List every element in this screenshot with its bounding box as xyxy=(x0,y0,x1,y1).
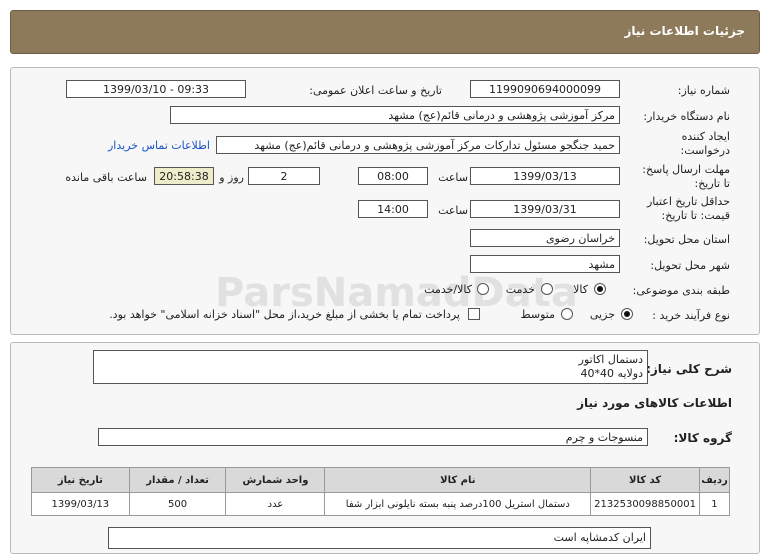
remaining-time-field: 20:58:38 xyxy=(154,167,214,185)
purchase-minor-label: جزیی xyxy=(589,308,615,321)
goods-table: تاریخ نیاز تعداد / مقدار واحد شمارش نام … xyxy=(31,467,731,516)
category-goods-service-label: کالا/خدمت xyxy=(424,283,472,296)
cell-date: 1399/03/13 xyxy=(31,492,130,516)
validity-time-label: ساعت xyxy=(438,204,468,217)
col-header-unit: واحد شمارش xyxy=(225,467,326,493)
goods-section-title: اطلاعات کالاهای مورد نیاز xyxy=(577,396,732,410)
send-date-field: 1399/03/13 xyxy=(470,167,620,185)
purchase-medium-label: متوسط xyxy=(520,308,555,321)
table-row[interactable]: 1399/03/13 500 عدد دستمال استریل 100درصد… xyxy=(31,492,731,516)
summary-label: شرح کلی نیاز: xyxy=(646,362,732,376)
summary-line-1: دستمال اکاتور xyxy=(578,353,643,366)
province-field: خراسان رضوی xyxy=(470,229,620,247)
creator-label-2: درخواست: xyxy=(680,144,730,157)
category-goods-service-radio[interactable] xyxy=(477,283,489,295)
cell-name: دستمال استریل 100درصد پنبه بسته نایلونی … xyxy=(324,492,592,516)
goods-group-field: منسوجات و چرم xyxy=(98,428,648,446)
send-deadline-label-1: مهلت ارسال پاسخ: xyxy=(642,163,730,176)
city-label: شهر محل تحویل: xyxy=(650,259,730,272)
send-deadline-label-2: تا تاریخ: xyxy=(694,177,730,190)
summary-line-2: دولایه 40*40 xyxy=(580,367,643,380)
cell-row: 1 xyxy=(698,492,731,516)
treasury-payment-note: پرداخت تمام یا بخشی از مبلغ خرید،از محل … xyxy=(109,308,460,321)
announce-label: تاریخ و ساعت اعلان عمومی: xyxy=(309,84,442,97)
page-title: جزئیات اطلاعات نیاز xyxy=(624,24,745,38)
province-label: استان محل تحویل: xyxy=(643,233,730,246)
category-service-radio[interactable] xyxy=(541,283,553,295)
cell-qty: 500 xyxy=(128,492,227,516)
creator-label-1: ایجاد کننده xyxy=(681,130,730,143)
col-header-name: نام کالا xyxy=(324,467,592,493)
validity-label-1: حداقل تاریخ اعتبار xyxy=(646,195,730,208)
remaining-label: ساعت باقی مانده xyxy=(65,171,147,184)
col-header-code: کد کالا xyxy=(590,467,700,493)
contact-buyer-link[interactable]: اطلاعات تماس خریدار xyxy=(108,139,210,152)
buyer-org-label: نام دستگاه خریدار: xyxy=(643,110,730,123)
purchase-type-label: نوع فرآیند خرید : xyxy=(652,309,730,322)
validity-time-field: 14:00 xyxy=(358,200,428,218)
cell-code: 2132530098850001 xyxy=(590,492,700,516)
need-number-label: شماره نیاز: xyxy=(677,84,730,97)
purchase-minor-radio[interactable] xyxy=(621,308,633,320)
col-header-row: ردیف xyxy=(698,467,731,493)
page-header: جزئیات اطلاعات نیاز xyxy=(10,10,760,54)
supplier-field: ایران کدمشاپه است xyxy=(108,527,651,549)
announce-field: 1399/03/10 - 09:33 xyxy=(66,80,246,98)
validity-date-field: 1399/03/31 xyxy=(470,200,620,218)
creator-field: حمید جنگجو مسئول تدارکات مرکز آموزشی پژو… xyxy=(216,136,620,154)
days-field: 2 xyxy=(248,167,320,185)
goods-group-label: گروه کالا: xyxy=(673,431,732,445)
city-field: مشهد xyxy=(470,255,620,273)
buyer-org-field: مرکز آموزشی پژوهشی و درمانی قائم(عج) مشه… xyxy=(170,106,620,124)
category-service-label: خدمت xyxy=(505,283,535,296)
send-time-field: 08:00 xyxy=(358,167,428,185)
days-label: روز و xyxy=(219,171,244,184)
send-time-label: ساعت xyxy=(438,171,468,184)
col-header-date: تاریخ نیاز xyxy=(31,467,130,493)
purchase-medium-radio[interactable] xyxy=(561,308,573,320)
table-header-row: تاریخ نیاز تعداد / مقدار واحد شمارش نام … xyxy=(31,467,731,493)
category-goods-label: کالا xyxy=(573,283,588,296)
need-number-field: 1199090694000099 xyxy=(470,80,620,98)
treasury-payment-checkbox[interactable] xyxy=(468,308,480,320)
validity-label-2: قیمت: تا تاریخ: xyxy=(661,209,730,222)
summary-field: دستمال اکاتور دولایه 40*40 xyxy=(93,350,648,384)
category-goods-radio[interactable] xyxy=(594,283,606,295)
col-header-qty: تعداد / مقدار xyxy=(128,467,227,493)
category-label: طبقه بندی موضوعی: xyxy=(632,284,730,297)
cell-unit: عدد xyxy=(225,492,326,516)
